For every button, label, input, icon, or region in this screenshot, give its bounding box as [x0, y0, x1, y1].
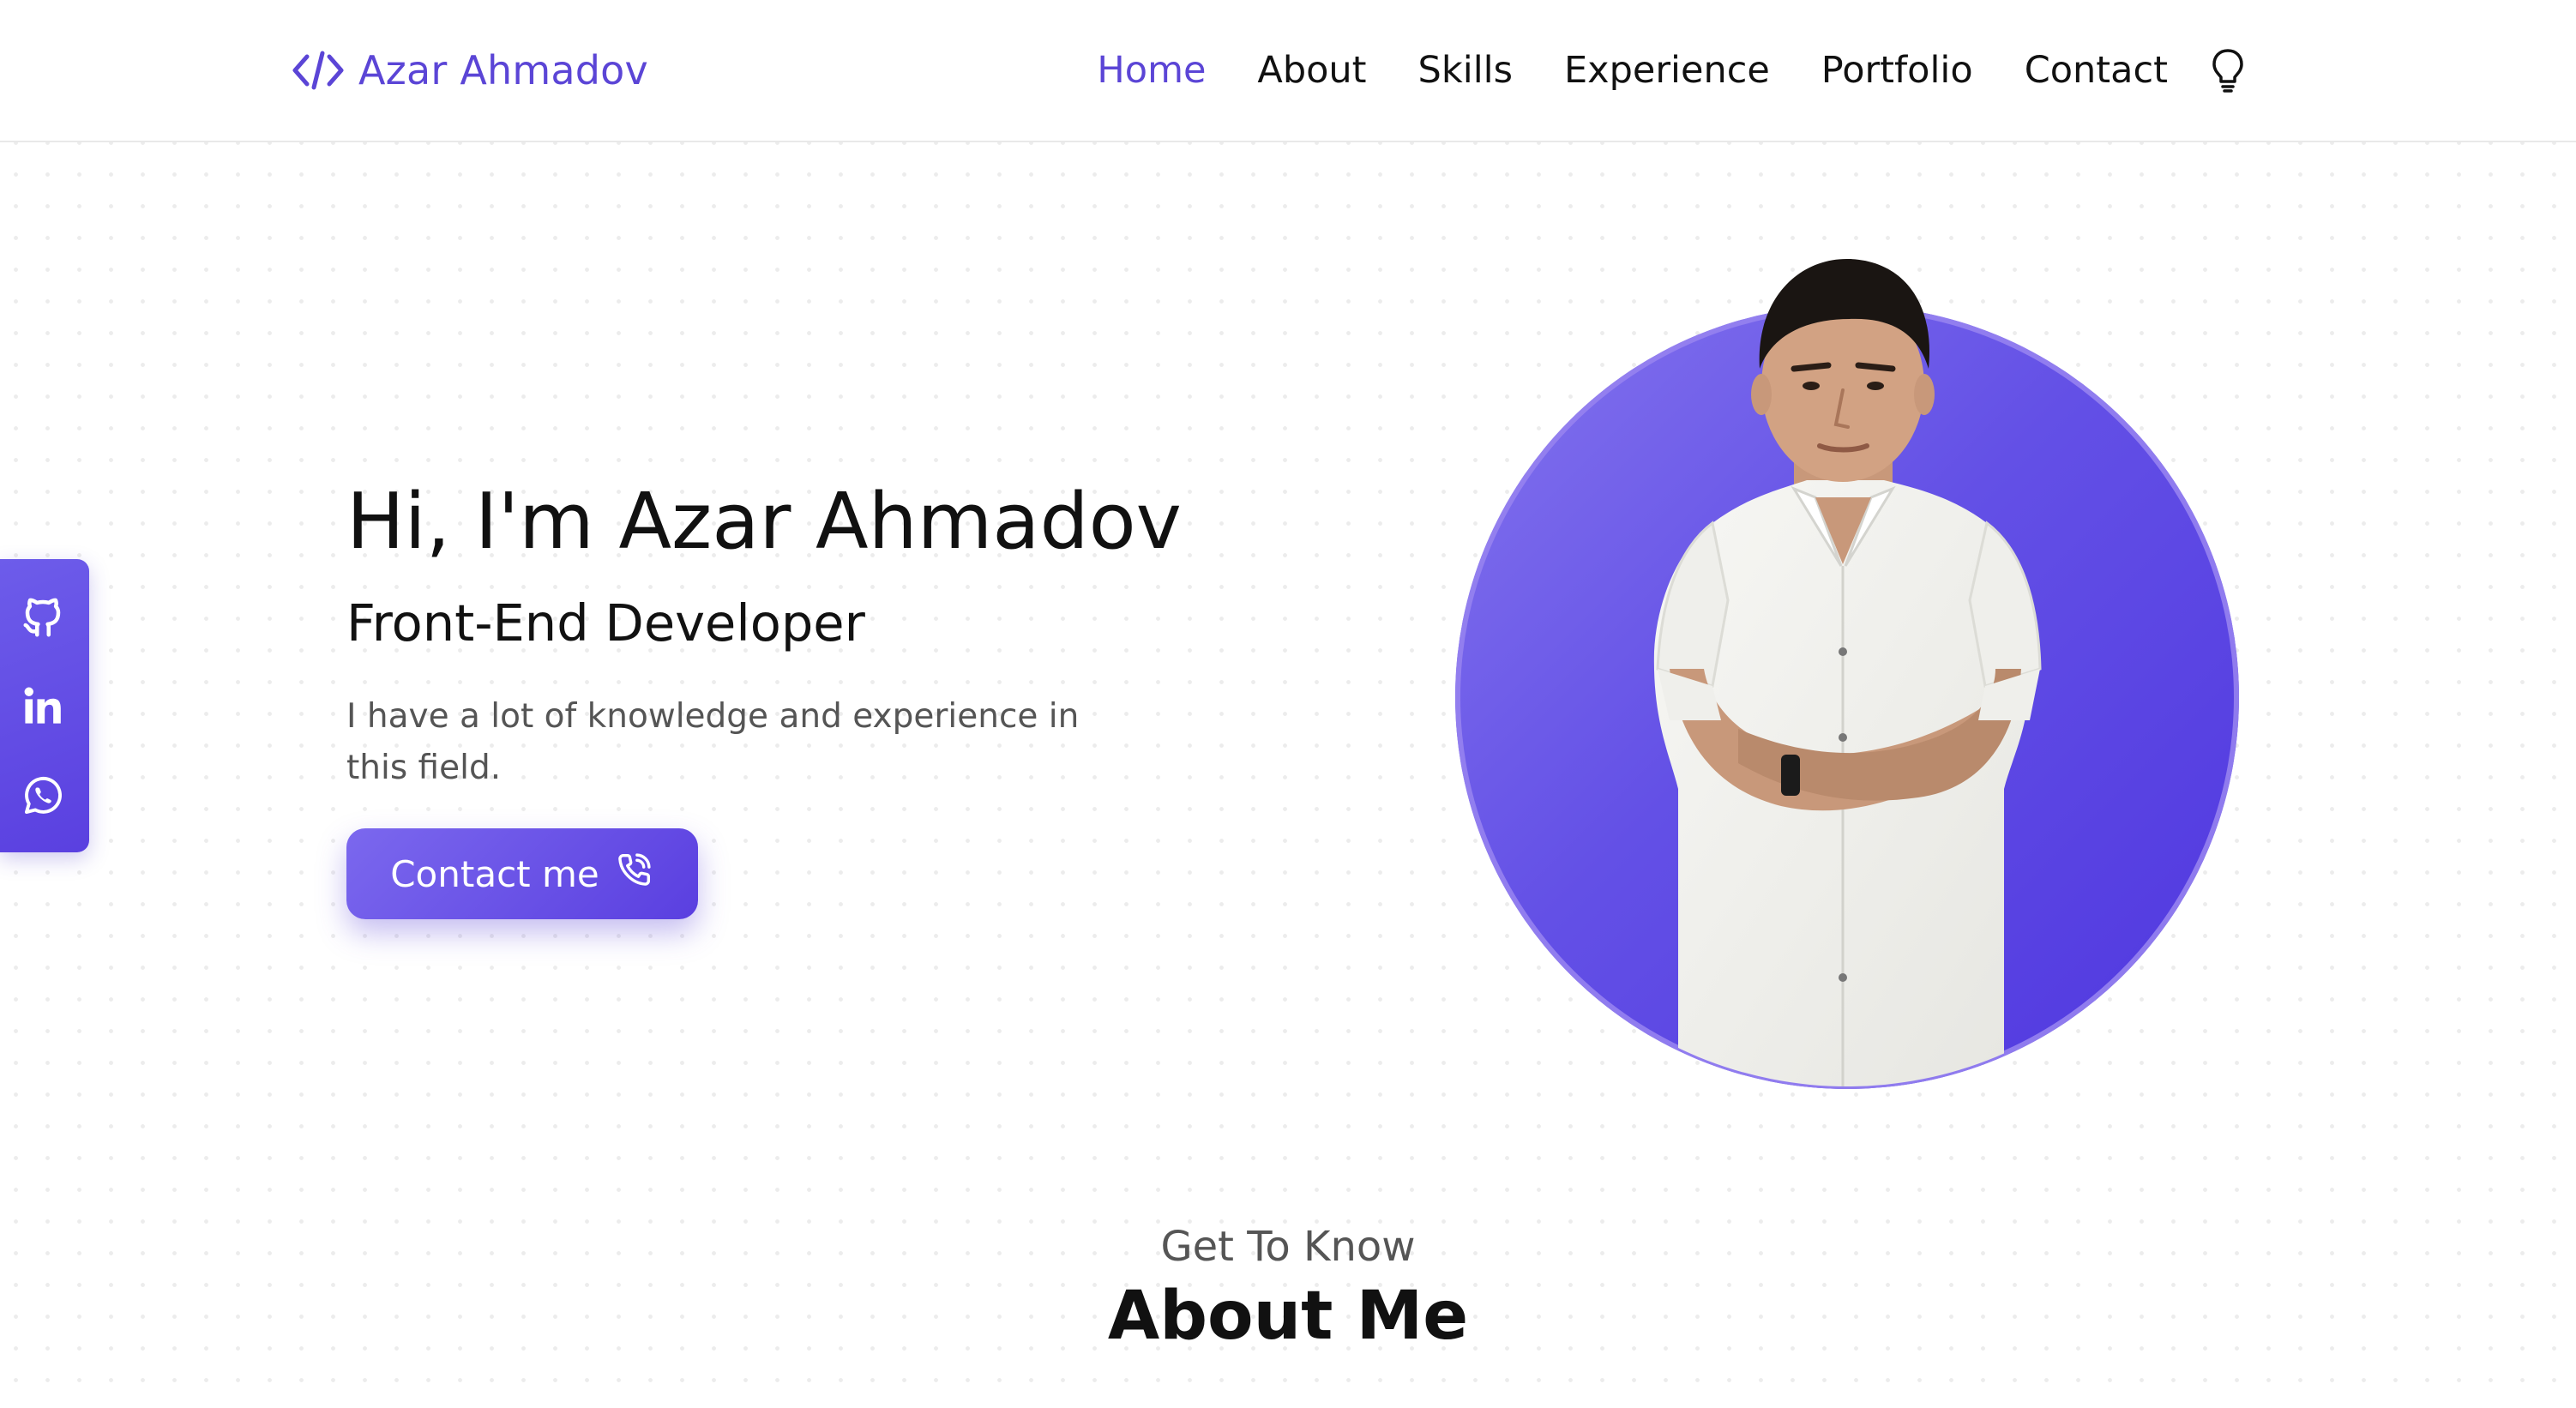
brand-name: Azar Ahmadov — [358, 47, 648, 93]
lightbulb-icon[interactable] — [2211, 48, 2245, 93]
phone-icon — [615, 850, 654, 898]
portrait-person-illustration — [1653, 258, 2042, 1086]
nav-item-contact[interactable]: Contact — [2025, 49, 2168, 92]
about-title: About Me — [1107, 1278, 1469, 1355]
nav-item-skills[interactable]: Skills — [1418, 49, 1513, 92]
contact-me-button[interactable]: Contact me — [346, 828, 698, 919]
about-kicker: Get To Know — [1160, 1223, 1416, 1271]
nav-item-portfolio[interactable]: Portfolio — [1821, 49, 1973, 92]
nav-item-home[interactable]: Home — [1097, 49, 1206, 92]
nav-item-about[interactable]: About — [1257, 49, 1366, 92]
social-sidebar — [0, 559, 89, 852]
hero-description: I have a lot of knowledge and experience… — [346, 697, 1080, 787]
linkedin-icon[interactable] — [19, 682, 67, 730]
nav-item-experience[interactable]: Experience — [1564, 49, 1770, 92]
main-nav: Home About Skills Experience Portfolio C… — [1045, 43, 2245, 98]
site-header: Azar Ahmadov Home About Skills Experienc… — [0, 0, 2576, 142]
code-brackets-icon — [292, 50, 345, 91]
hero-portrait — [1455, 240, 2239, 1089]
github-icon[interactable] — [19, 593, 67, 641]
hero-subtitle: Front-End Developer — [346, 593, 865, 653]
brand-logo[interactable]: Azar Ahmadov — [292, 43, 648, 98]
hero-title: Hi, I'm Azar Ahmadov — [346, 477, 1182, 567]
whatsapp-icon[interactable] — [19, 772, 67, 820]
contact-me-label: Contact me — [390, 852, 599, 895]
